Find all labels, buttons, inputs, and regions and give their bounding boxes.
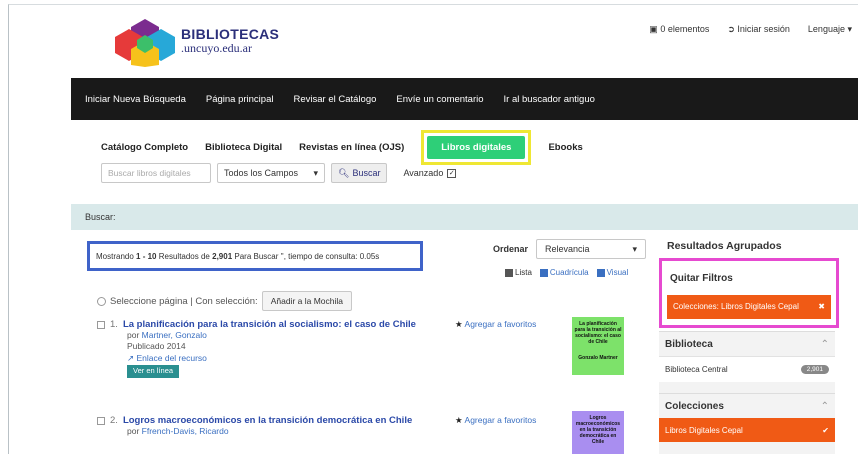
nav-home[interactable]: Página principal bbox=[206, 94, 274, 105]
view-visual-button[interactable]: Visual bbox=[596, 268, 628, 277]
sort-select[interactable]: Relevancia ▾ bbox=[536, 239, 647, 259]
site-logo[interactable]: BIBLIOTECAS .uncuyo.edu.ar bbox=[115, 15, 279, 67]
item-author-link[interactable]: Martner, Gonzalo bbox=[142, 330, 207, 340]
close-icon: ✖ bbox=[818, 302, 825, 311]
nav-old-search[interactable]: Ir al buscador antiguo bbox=[504, 94, 595, 105]
view-online-button[interactable]: Ver en línea bbox=[127, 365, 180, 378]
login-link[interactable]: ➲ Iniciar sesión bbox=[727, 24, 790, 35]
tab-catalogo-completo[interactable]: Catálogo Completo bbox=[101, 142, 188, 153]
logo-text: BIBLIOTECAS .uncuyo.edu.ar bbox=[181, 25, 280, 56]
add-favorite-link[interactable]: ★ Agregar a favoritos bbox=[455, 415, 536, 426]
top-links: ▣ 0 elementos ➲ Iniciar sesión Lenguaje … bbox=[649, 24, 852, 35]
star-icon: ★ bbox=[455, 415, 463, 425]
catalog-tabs: Catálogo Completo Biblioteca Digital Rev… bbox=[101, 130, 583, 165]
facet-sidebar: Resultados Agrupados Quitar Filtros Cole… bbox=[655, 233, 841, 454]
chevron-down-icon: ▾ bbox=[632, 244, 638, 254]
language-dropdown[interactable]: Lenguaje ▾ bbox=[808, 24, 852, 35]
search-field-select[interactable]: Todos los Campos ▾ bbox=[217, 163, 325, 183]
star-icon: ★ bbox=[455, 319, 463, 329]
advanced-toggle[interactable]: Avanzado ✓ bbox=[403, 168, 457, 178]
chevron-up-icon: ⌃ bbox=[820, 338, 829, 350]
item-title-link[interactable]: Logros macroeconómicos en la transición … bbox=[123, 415, 412, 426]
item-checkbox[interactable] bbox=[97, 320, 105, 329]
remove-filter-button[interactable]: Colecciones: Libros Digitales Cepal ✖ bbox=[667, 295, 831, 319]
browser-frame: BIBLIOTECAS .uncuyo.edu.ar ▣ 0 elementos… bbox=[8, 4, 858, 454]
tab-ebooks[interactable]: Ebooks bbox=[548, 142, 582, 153]
sort-control: Ordenar Relevancia ▾ bbox=[493, 239, 647, 259]
book-cover[interactable]: La planificación para la transición al s… bbox=[572, 317, 624, 375]
result-item: 2. Logros macroeconómicos en la transici… bbox=[97, 415, 412, 437]
nav-new-search[interactable]: Iniciar Nueva Búsqueda bbox=[85, 94, 186, 105]
visual-icon bbox=[596, 268, 605, 277]
nav-feedback[interactable]: Envíe un comentario bbox=[396, 94, 483, 105]
chevron-up-icon: ⌃ bbox=[820, 400, 829, 412]
facets-title: Resultados Agrupados bbox=[667, 240, 782, 252]
tab-revistas-ojs[interactable]: Revistas en línea (OJS) bbox=[299, 142, 404, 153]
select-page-radio[interactable] bbox=[97, 296, 106, 306]
item-resource-link[interactable]: ↗ Enlace del recurso bbox=[127, 353, 416, 364]
main-navbar: Iniciar Nueva Búsqueda Página principal … bbox=[71, 78, 858, 120]
search-row: Buscar libros digitales Todos los Campos… bbox=[101, 163, 457, 183]
check-icon: ✔ bbox=[822, 425, 829, 435]
remove-filters-box: Quitar Filtros Colecciones: Libros Digit… bbox=[659, 258, 839, 328]
facet-item-libros-cepal[interactable]: Libros Digitales Cepal ✔ bbox=[659, 418, 835, 442]
item-author-link[interactable]: Ffrench-Davis, Ricardo bbox=[142, 426, 229, 436]
sort-label: Ordenar bbox=[493, 244, 529, 254]
list-icon bbox=[505, 268, 513, 277]
view-modes: Lista Cuadrícula Visual bbox=[505, 268, 628, 277]
item-published: Publicado 2014 bbox=[127, 341, 186, 352]
chevron-down-icon: ▾ bbox=[313, 168, 318, 178]
view-grid-button[interactable]: Cuadrícula bbox=[539, 268, 589, 277]
facet-biblioteca: Biblioteca ⌃ Biblioteca Central 2,901 bbox=[659, 331, 835, 393]
search-button[interactable]: 🔍︎ Buscar bbox=[331, 163, 388, 183]
item-checkbox[interactable] bbox=[97, 416, 105, 425]
advanced-checkbox[interactable]: ✓ bbox=[447, 168, 457, 178]
cart-link[interactable]: ▣ 0 elementos bbox=[649, 24, 709, 35]
grid-icon bbox=[539, 268, 548, 277]
search-input[interactable]: Buscar libros digitales bbox=[101, 163, 211, 183]
book-cover[interactable]: Logros macroeconómicos en la transición … bbox=[572, 411, 624, 454]
facet-colecciones: Colecciones ⌃ Libros Digitales Cepal ✔ bbox=[659, 393, 835, 454]
add-to-backpack-button[interactable]: Añadir a la Mochila bbox=[261, 291, 352, 311]
tab-biblioteca-digital[interactable]: Biblioteca Digital bbox=[205, 142, 282, 153]
tab-highlight-box: Libros digitales bbox=[421, 130, 532, 165]
nav-browse-catalog[interactable]: Revisar el Catálogo bbox=[293, 94, 376, 105]
search-summary-bar: Buscar: bbox=[71, 204, 858, 230]
item-title-link[interactable]: La planificación para la transición al s… bbox=[123, 319, 416, 330]
logo-title: BIBLIOTECAS bbox=[181, 25, 280, 42]
tab-libros-digitales[interactable]: Libros digitales bbox=[427, 136, 526, 159]
facet-biblioteca-header[interactable]: Biblioteca ⌃ bbox=[659, 332, 835, 356]
count-badge: 2,901 bbox=[800, 365, 829, 374]
bibliotecas-logo-icon bbox=[115, 19, 175, 67]
search-icon: 🔍︎ bbox=[338, 167, 350, 178]
results-count-box: Mostrando 1 - 10 Resultados de 2,901 Par… bbox=[87, 241, 423, 271]
remove-filters-title: Quitar Filtros bbox=[670, 273, 733, 284]
add-favorite-link[interactable]: ★ Agregar a favoritos bbox=[455, 319, 536, 330]
facet-item-biblioteca-central[interactable]: Biblioteca Central 2,901 bbox=[659, 356, 835, 382]
logo-subtitle: .uncuyo.edu.ar bbox=[181, 41, 252, 56]
result-item: 1. La planificación para la transición a… bbox=[97, 319, 416, 378]
selection-row: Seleccione página | Con selección: Añadi… bbox=[97, 291, 352, 311]
facet-colecciones-header[interactable]: Colecciones ⌃ bbox=[659, 394, 835, 418]
view-list-button[interactable]: Lista bbox=[505, 268, 532, 277]
